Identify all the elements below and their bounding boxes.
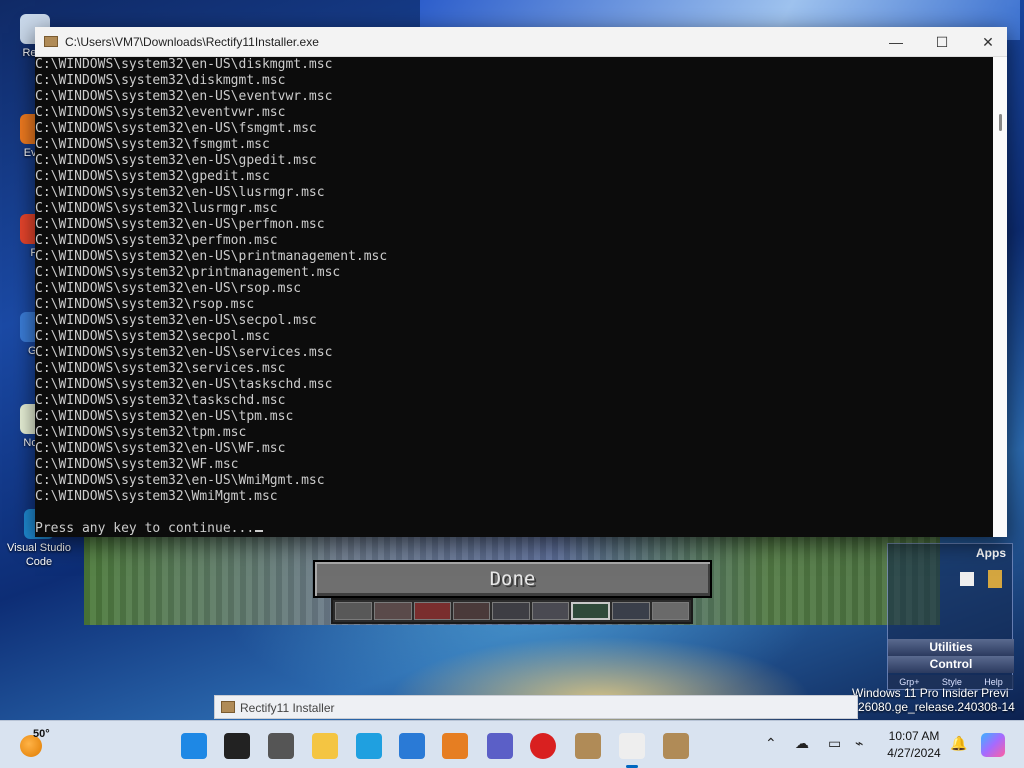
window-title: C:\Users\VM7\Downloads\Rectify11Installe… (65, 35, 319, 49)
vertical-scrollbar[interactable] (993, 57, 1007, 537)
console-line: C:\WINDOWS\system32\en-US\eventvwr.msc (35, 89, 333, 104)
windows-version-watermark: Windows 11 Pro Insider Previ l 26080.ge_… (852, 686, 1024, 714)
copilot-icon[interactable] (981, 733, 1005, 757)
teams-icon[interactable] (487, 733, 513, 759)
search-icon[interactable] (224, 733, 250, 759)
task-view-icon[interactable] (268, 733, 294, 759)
edge-icon[interactable] (356, 733, 382, 759)
console-line: C:\WINDOWS\system32\en-US\perfmon.msc (35, 217, 325, 232)
console-line: C:\WINDOWS\system32\en-US\services.msc (35, 345, 333, 360)
widget-apps-label[interactable]: Apps (976, 546, 1006, 560)
hotbar-slot[interactable] (335, 602, 373, 620)
console-line: C:\WINDOWS\system32\WmiMgmt.msc (35, 489, 278, 504)
minimize-button[interactable]: — (873, 27, 919, 57)
clock-time: 10:07 AM (888, 729, 940, 743)
maximize-button[interactable]: ☐ (919, 27, 965, 57)
console-window: C:\Users\VM7\Downloads\Rectify11Installe… (35, 27, 1007, 537)
package-icon[interactable] (575, 733, 601, 759)
clock[interactable]: 10:07 AM 4/27/2024 (882, 728, 946, 762)
package-alt-icon[interactable] (663, 733, 689, 759)
console-line: C:\WINDOWS\system32\perfmon.msc (35, 233, 278, 248)
console-line: C:\WINDOWS\system32\taskschd.msc (35, 393, 286, 408)
console-line: C:\WINDOWS\system32\en-US\WF.msc (35, 441, 286, 456)
console-line: C:\WINDOWS\system32\diskmgmt.msc (35, 73, 286, 88)
console-output[interactable]: C:\WINDOWS\system32\en-US\diskmgmt.msc C:… (35, 57, 993, 537)
hotbar (331, 598, 693, 624)
console-line: C:\WINDOWS\system32\en-US\WmiMgmt.msc (35, 473, 325, 488)
console-line: C:\WINDOWS\system32\secpol.msc (35, 329, 270, 344)
widget-app-icon[interactable] (960, 572, 974, 586)
text-cursor (255, 530, 264, 532)
console-line: C:\WINDOWS\system32\fsmgmt.msc (35, 137, 270, 152)
console-line: C:\WINDOWS\system32\services.msc (35, 361, 286, 376)
console-line: C:\WINDOWS\system32\rsop.msc (35, 297, 255, 312)
console-line: C:\WINDOWS\system32\en-US\fsmgmt.msc (35, 121, 317, 136)
done-button[interactable]: Done (313, 560, 712, 598)
hotbar-slot[interactable] (531, 602, 569, 620)
console-line: C:\WINDOWS\system32\en-US\rsop.msc (35, 281, 302, 296)
console-line: C:\WINDOWS\system32\en-US\secpol.msc (35, 313, 317, 328)
file-explorer-icon[interactable] (312, 733, 338, 759)
watermark-line-1: Windows 11 Pro Insider Previ (852, 686, 1009, 700)
red-ball-icon[interactable] (530, 733, 556, 759)
console-line: C:\WINDOWS\system32\en-US\diskmgmt.msc (35, 57, 333, 72)
console-line: C:\WINDOWS\system32\en-US\tpm.msc (35, 409, 294, 424)
onedrive-icon[interactable]: ☁ (795, 735, 809, 752)
installer-icon[interactable] (619, 733, 645, 768)
hotbar-slot[interactable] (612, 602, 650, 620)
weather-temperature[interactable]: 50° (33, 728, 50, 740)
clock-date: 4/27/2024 (887, 746, 941, 760)
widget-control[interactable]: Control (888, 656, 1014, 673)
console-line: C:\WINDOWS\system32\lusrmgr.msc (35, 201, 278, 216)
hotbar-slot[interactable] (452, 602, 491, 620)
hourglass-icon[interactable] (988, 570, 1002, 588)
display-icon[interactable]: ▭ (828, 735, 841, 752)
scrollbar-thumb[interactable] (999, 114, 1002, 131)
notification-title: Rectify11 Installer (240, 701, 335, 715)
media-player-icon[interactable] (442, 733, 468, 759)
console-line: C:\WINDOWS\system32\en-US\taskschd.msc (35, 377, 333, 392)
console-line: C:\WINDOWS\system32\printmanagement.msc (35, 265, 341, 280)
network-icon[interactable]: ⌁ (855, 735, 863, 752)
console-line: C:\WINDOWS\system32\eventvwr.msc (35, 105, 286, 120)
console-line: C:\WINDOWS\system32\WF.msc (35, 457, 239, 472)
chevron-up-icon[interactable]: ⌃ (765, 735, 777, 752)
hotbar-slot[interactable] (492, 602, 530, 620)
package-icon (44, 36, 58, 47)
hotbar-slot[interactable] (374, 602, 412, 620)
hotbar-slot[interactable] (651, 602, 689, 620)
console-line: C:\WINDOWS\system32\gpedit.msc (35, 169, 270, 184)
console-line: C:\WINDOWS\system32\en-US\lusrmgr.msc (35, 185, 325, 200)
console-line: C:\WINDOWS\system32\en-US\gpedit.msc (35, 153, 317, 168)
close-button[interactable]: ✕ (965, 27, 1011, 57)
taskbar-preview-notification[interactable]: Rectify11 Installer (214, 695, 858, 719)
console-line: C:\WINDOWS\system32\en-US\printmanagemen… (35, 249, 388, 264)
console-line: Press any key to continue... (35, 521, 993, 537)
watermark-line-2: l 26080.ge_release.240308-14 (852, 700, 1015, 714)
console-line: C:\WINDOWS\system32\tpm.msc (35, 425, 247, 440)
desktop-icon-label: Visual Studio Code (6, 542, 71, 568)
window-titlebar[interactable]: C:\Users\VM7\Downloads\Rectify11Installe… (35, 27, 1007, 57)
launcher-widget: Apps Utilities Control Grp+ Style Help (887, 543, 1014, 690)
bell-icon[interactable]: 🔔 (950, 735, 967, 752)
taskbar: 50° ⌃ ☁ ▭ ⌁ 10:07 AM 4/27/2024 🔔 (0, 720, 1024, 768)
hotbar-slot[interactable] (413, 602, 451, 620)
package-icon (221, 701, 235, 713)
hotbar-slot-selected[interactable] (570, 602, 611, 620)
widget-utilities[interactable]: Utilities (888, 639, 1014, 656)
store-icon[interactable] (399, 733, 425, 759)
start-icon[interactable] (181, 733, 207, 759)
